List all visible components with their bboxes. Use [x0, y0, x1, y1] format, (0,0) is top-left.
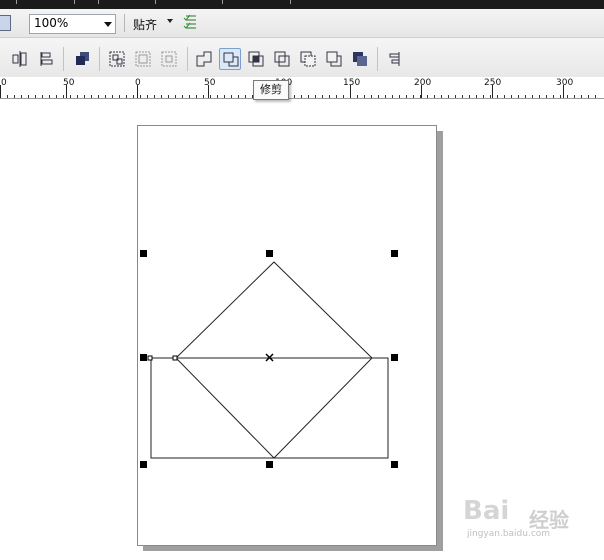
selection-handle-bottom[interactable]: [266, 461, 273, 468]
watermark: Bai 经验 jingyan.baidu.com: [463, 494, 598, 544]
trim-tooltip: 修剪: [253, 80, 289, 100]
selection-handle-right[interactable]: [391, 354, 398, 361]
diamond-shape[interactable]: [175, 261, 373, 459]
watermark-logo: Bai: [463, 496, 510, 526]
drawing-objects: [147, 261, 389, 459]
selection-handle-top[interactable]: [266, 250, 273, 257]
selection-handle-bottom-left[interactable]: [140, 461, 147, 468]
node-marker[interactable]: [172, 355, 178, 361]
watermark-url: jingyan.baidu.com: [467, 529, 551, 539]
rectangle-shape[interactable]: [150, 357, 389, 459]
selection-handle-top-left[interactable]: [140, 250, 147, 257]
selection-handle-top-right[interactable]: [391, 250, 398, 257]
selection-handle-left[interactable]: [140, 354, 147, 361]
selection-handle-bottom-right[interactable]: [391, 461, 398, 468]
node-marker[interactable]: [147, 355, 153, 361]
